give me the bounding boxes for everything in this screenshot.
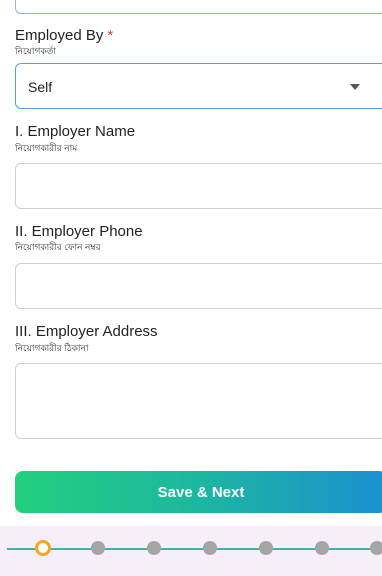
employer-address-label: III. Employer Address	[15, 323, 158, 340]
chevron-down-icon[interactable]	[350, 84, 360, 90]
employed-by-sublabel: নিয়োগকর্তা	[15, 46, 57, 56]
employer-name-label: I. Employer Name	[15, 123, 136, 140]
employer-name-sublabel: নিয়োগকারীর নাম	[15, 143, 78, 153]
step-dot-active[interactable]	[35, 540, 51, 556]
previous-field-border	[15, 0, 382, 14]
step-dot[interactable]	[259, 541, 273, 555]
step-dot[interactable]	[203, 541, 217, 555]
step-dot[interactable]	[370, 541, 382, 555]
employer-phone-input[interactable]	[15, 263, 382, 309]
employer-phone-sublabel: নিয়োগকারীর ফোন নম্বর	[15, 242, 101, 252]
employer-name-input[interactable]	[15, 163, 382, 209]
employed-by-label: Employed By *	[15, 27, 114, 44]
save-next-button[interactable]: Save & Next	[15, 471, 382, 513]
step-dot[interactable]	[91, 541, 105, 555]
step-dot[interactable]	[147, 541, 161, 555]
employed-by-select[interactable]: Self	[15, 63, 382, 109]
employed-by-selected-value: Self	[28, 79, 53, 95]
employer-phone-label: II. Employer Phone	[15, 223, 143, 240]
employer-address-sublabel: নিয়োগকারীর ঠিকানা	[15, 343, 89, 353]
step-dot[interactable]	[315, 541, 329, 555]
required-asterisk: *	[107, 27, 114, 44]
employer-address-textarea[interactable]	[15, 363, 382, 439]
progress-stepper	[0, 526, 382, 576]
